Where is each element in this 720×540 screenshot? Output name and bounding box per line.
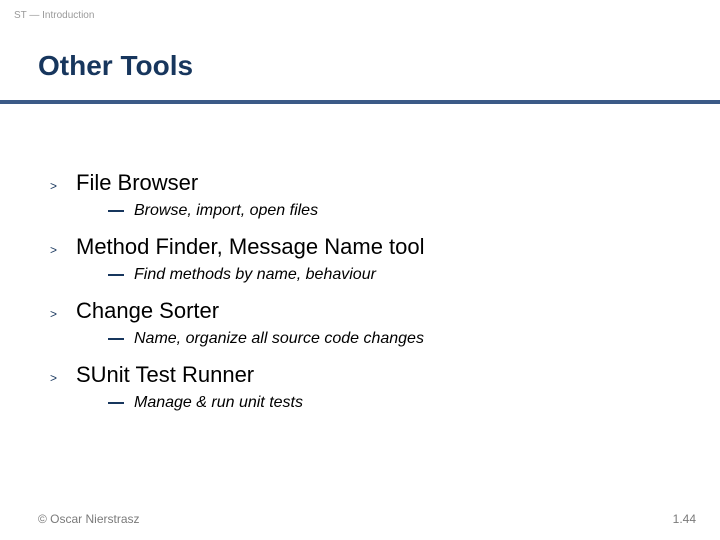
slide-title: Other Tools [38,50,193,82]
chevron-right-icon: > [50,365,76,385]
list-item: > Method Finder, Message Name tool Find … [50,234,680,284]
item-title: File Browser [76,170,198,196]
chevron-right-icon: > [50,301,76,321]
dash-icon [108,402,124,404]
item-title: Method Finder, Message Name tool [76,234,425,260]
item-subtext: Find methods by name, behaviour [134,266,376,284]
content-area: > File Browser Browse, import, open file… [50,170,680,426]
page-number: 1.44 [673,512,696,526]
dash-icon [108,210,124,212]
item-subtext: Browse, import, open files [134,202,318,220]
title-rule [0,100,720,104]
item-subtext: Manage & run unit tests [134,394,303,412]
list-item: > SUnit Test Runner Manage & run unit te… [50,362,680,412]
dash-icon [108,274,124,276]
breadcrumb: ST — Introduction [14,10,94,21]
chevron-right-icon: > [50,237,76,257]
list-item: > File Browser Browse, import, open file… [50,170,680,220]
item-title: Change Sorter [76,298,219,324]
item-title: SUnit Test Runner [76,362,254,388]
list-item: > Change Sorter Name, organize all sourc… [50,298,680,348]
item-subtext: Name, organize all source code changes [134,330,424,348]
dash-icon [108,338,124,340]
footer-copyright: © Oscar Nierstrasz [38,512,140,526]
chevron-right-icon: > [50,173,76,193]
